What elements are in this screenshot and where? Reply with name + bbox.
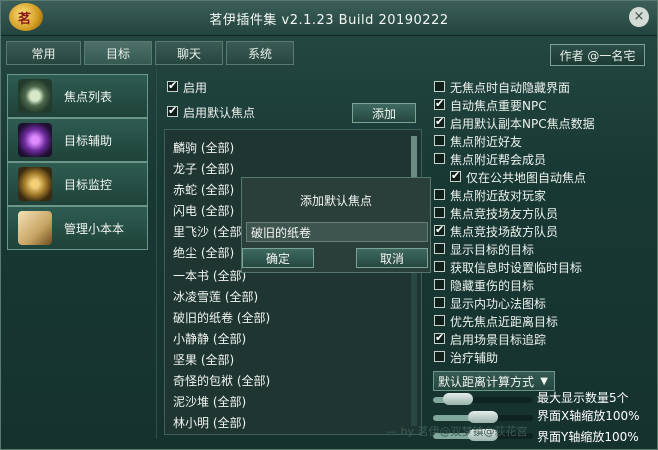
checkbox-label: 治疗辅助 bbox=[450, 351, 499, 365]
list-item[interactable]: 绝尘 (全部) bbox=[173, 244, 234, 261]
sidebar-item-target-assist[interactable]: 目标辅助 bbox=[7, 118, 148, 162]
book-icon bbox=[18, 211, 52, 245]
checkbox-box[interactable] bbox=[434, 222, 445, 238]
checkbox-label: 无焦点时自动隐藏界面 bbox=[450, 81, 571, 95]
sidebar-item-label: 焦点列表 bbox=[64, 90, 113, 104]
list-item[interactable]: 龙子 (全部) bbox=[173, 160, 234, 177]
list-item[interactable]: 闪电 (全部) bbox=[173, 202, 234, 219]
scale-x-slider[interactable] bbox=[433, 411, 533, 423]
footer-credit: — by 茗伊@双梦镇@荻花宫 bbox=[386, 425, 528, 438]
checkbox-box[interactable] bbox=[434, 279, 445, 290]
checkbox-box[interactable] bbox=[434, 96, 445, 112]
list-item[interactable]: 冰凌雪莲 (全部) bbox=[173, 288, 258, 305]
sidebar-item-label: 目标监控 bbox=[64, 178, 113, 192]
checkbox-label: 启用场景目标追踪 bbox=[450, 333, 547, 347]
list-item[interactable]: 小静静 (全部) bbox=[173, 330, 246, 347]
checkbox-box[interactable] bbox=[434, 243, 445, 254]
list-item[interactable]: 里飞沙 (全部) bbox=[173, 223, 246, 240]
panel-divider bbox=[156, 69, 157, 439]
list-item[interactable]: 麟驹 (全部) bbox=[173, 139, 234, 156]
checkbox-box[interactable] bbox=[434, 135, 445, 146]
checkbox-label: 焦点附近好友 bbox=[450, 135, 523, 149]
main-window: 茗 茗伊插件集 v2.1.23 Build 20190222 × 常用 目标 聊… bbox=[0, 0, 658, 450]
checkbox-label: 焦点附近敌对玩家 bbox=[450, 189, 547, 203]
focus-name-input[interactable]: 破旧的纸卷 bbox=[246, 222, 428, 242]
list-item[interactable]: 赤蛇 (全部) bbox=[173, 181, 234, 198]
sidebar-item-label: 目标辅助 bbox=[64, 134, 113, 148]
checkbox-box[interactable] bbox=[167, 103, 178, 119]
scale-x-label: 界面X轴缩放100% bbox=[537, 409, 640, 423]
add-focus-dialog: 添加默认焦点 破旧的纸卷 确定 取消 bbox=[241, 177, 431, 273]
checkbox-box[interactable] bbox=[167, 78, 178, 94]
checkbox-box[interactable] bbox=[434, 330, 445, 346]
checkbox-box[interactable] bbox=[450, 168, 461, 184]
list-item[interactable]: 破旧的纸卷 (全部) bbox=[173, 309, 270, 326]
checkbox-label: 仅在公共地图自动焦点 bbox=[466, 171, 587, 185]
title-bar[interactable]: 茗 茗伊插件集 v2.1.23 Build 20190222 × bbox=[1, 1, 657, 36]
max-display-label: 最大显示数量5个 bbox=[537, 391, 629, 405]
checkbox-box[interactable] bbox=[434, 297, 445, 308]
shield-icon bbox=[18, 167, 52, 201]
checkbox-label: 焦点竞技场友方队员 bbox=[450, 207, 559, 221]
add-button[interactable]: 添加 bbox=[352, 103, 416, 123]
checkbox-label: 焦点附近帮会成员 bbox=[450, 153, 547, 167]
checkbox-label: 焦点竞技场敌方队员 bbox=[450, 225, 559, 239]
sidebar-item-label: 管理小本本 bbox=[64, 222, 125, 236]
list-item[interactable]: 泥沙堆 (全部) bbox=[173, 393, 246, 410]
list-item[interactable]: 奇怪的包袱 (全部) bbox=[173, 372, 270, 389]
dialog-title: 添加默认焦点 bbox=[299, 194, 372, 208]
tab-system[interactable]: 系统 bbox=[226, 41, 294, 65]
tab-target[interactable]: 目标 bbox=[84, 41, 152, 65]
author-button[interactable]: 作者 @一名宅 bbox=[550, 44, 645, 66]
list-item[interactable]: 坚果 (全部) bbox=[173, 351, 234, 368]
checkbox-label: 显示内功心法图标 bbox=[450, 297, 547, 311]
slider-knob[interactable] bbox=[443, 393, 473, 405]
checkbox-box[interactable] bbox=[434, 351, 445, 362]
window-title: 茗伊插件集 v2.1.23 Build 20190222 bbox=[209, 13, 449, 28]
list-item[interactable]: 一本书 (全部) bbox=[173, 267, 246, 284]
distance-mode-select[interactable]: 默认距离计算方式 ▼ bbox=[433, 371, 555, 391]
confirm-button[interactable]: 确定 bbox=[242, 248, 314, 268]
checkbox-box[interactable] bbox=[434, 114, 445, 130]
sidebar-item-focus-list[interactable]: 焦点列表 bbox=[7, 74, 148, 118]
checkbox-label: 启用 bbox=[183, 81, 208, 95]
rune-icon bbox=[18, 123, 52, 157]
select-value: 默认距离计算方式 bbox=[438, 375, 535, 389]
checkbox-label: 启用默认焦点 bbox=[183, 106, 256, 120]
sidebar-item-notebook[interactable]: 管理小本本 bbox=[7, 206, 148, 250]
slider-knob[interactable] bbox=[468, 411, 498, 423]
focus-list[interactable]: 麟驹 (全部) 龙子 (全部) 赤蛇 (全部) 闪电 (全部) 里飞沙 (全部)… bbox=[164, 129, 422, 435]
max-display-slider[interactable] bbox=[433, 393, 533, 405]
checkbox-label: 自动焦点重要NPC bbox=[450, 99, 547, 113]
checkbox-label: 启用默认副本NPC焦点数据 bbox=[450, 117, 595, 131]
cancel-button[interactable]: 取消 bbox=[356, 248, 428, 268]
checkbox-box[interactable] bbox=[434, 315, 445, 326]
checkbox-box[interactable] bbox=[434, 189, 445, 200]
checkbox-label: 优先焦点近距离目标 bbox=[450, 315, 559, 329]
tab-common[interactable]: 常用 bbox=[6, 41, 81, 65]
checkbox-label: 获取信息时设置临时目标 bbox=[450, 261, 583, 275]
checkbox-box[interactable] bbox=[434, 81, 445, 92]
eye-icon bbox=[18, 79, 52, 113]
sidebar-item-target-monitor[interactable]: 目标监控 bbox=[7, 162, 148, 206]
checkbox-box[interactable] bbox=[434, 153, 445, 164]
checkbox-box[interactable] bbox=[434, 207, 445, 218]
checkbox-label: 隐藏重伤的目标 bbox=[450, 279, 535, 293]
checkbox-label: 显示目标的目标 bbox=[450, 243, 535, 257]
close-icon[interactable]: × bbox=[629, 7, 649, 27]
tab-chat[interactable]: 聊天 bbox=[155, 41, 223, 65]
checkbox-box[interactable] bbox=[434, 261, 445, 272]
list-item[interactable]: 林小明 (全部) bbox=[173, 414, 246, 431]
scale-y-label: 界面Y轴缩放100% bbox=[537, 430, 639, 444]
